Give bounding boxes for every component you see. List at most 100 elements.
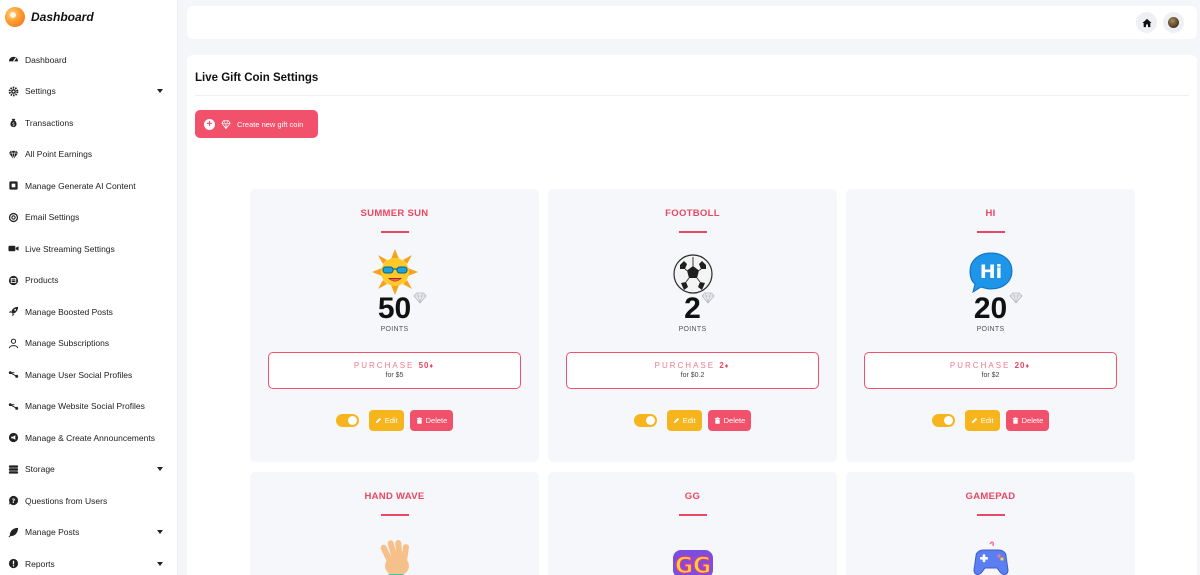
card-actions: Edit Delete (250, 410, 539, 431)
title-underline (380, 514, 409, 516)
sidebar-item-products[interactable]: Products (0, 265, 177, 297)
sidebar-item-manage-boosted-posts[interactable]: Manage Boosted Posts (0, 296, 177, 328)
sidebar: Dashboard Dashboard Settings $ Transacti… (0, 0, 178, 575)
sidebar-item-manage-create-announcements[interactable]: Manage & Create Announcements (0, 422, 177, 454)
gift-name: FOOTBOLL (665, 208, 720, 219)
points-value: 20 (973, 292, 1008, 325)
sidebar-item-manage-subscriptions[interactable]: Manage Subscriptions (0, 328, 177, 360)
trash-icon (416, 417, 422, 424)
card-actions: Edit Delete (548, 410, 837, 431)
question-icon: ? (8, 495, 19, 506)
delete-button[interactable]: Delete (1005, 410, 1050, 431)
gift-card: HAND WAVE (250, 472, 539, 575)
gift-name: GAMEPAD (965, 491, 1016, 502)
sidebar-item-dashboard[interactable]: Dashboard (0, 44, 177, 76)
sidebar-item-manage-website-social-profiles[interactable]: Manage Website Social Profiles (0, 391, 177, 423)
sidebar-item-label: Email Settings (25, 212, 80, 223)
sidebar-item-label: Questions from Users (25, 495, 108, 506)
edit-label: Edit (682, 416, 696, 425)
gem-icon: ♦ (724, 363, 731, 370)
svg-text:$: $ (12, 122, 15, 128)
at-sign-icon (8, 212, 19, 223)
sidebar-item-label: Reports (25, 558, 55, 569)
gift-name: HAND WAVE (364, 491, 425, 502)
sidebar-item-manage-user-social-profiles[interactable]: Manage User Social Profiles (0, 359, 177, 391)
gear-icon (8, 86, 19, 97)
enable-toggle[interactable] (931, 414, 955, 427)
delete-label: Delete (425, 416, 448, 425)
create-gift-coin-button[interactable]: + Create new gift coin (195, 110, 318, 138)
waving-hand-icon (380, 540, 409, 575)
sidebar-item-transactions[interactable]: $ Transactions (0, 107, 177, 139)
purchase-price: for $0.2 (680, 372, 705, 379)
page-title: Live Gift Coin Settings (195, 72, 319, 84)
points-unit: POINTS (380, 326, 409, 333)
svg-text:Hi: Hi (979, 261, 1001, 283)
create-button-label: Create new gift coin (237, 119, 304, 129)
points-unit: POINTS (976, 326, 1005, 333)
delete-button[interactable]: Delete (409, 410, 454, 431)
chevron-down-icon[interactable] (157, 561, 163, 566)
diamond-icon (1009, 292, 1023, 304)
purchase-button[interactable]: PURCHASE 50♦ for $5 (268, 352, 521, 389)
edit-label: Edit (980, 416, 994, 425)
sidebar-item-label: Dashboard (25, 54, 67, 65)
sidebar-item-settings[interactable]: Settings (0, 76, 177, 108)
gift-card: GAMEPAD (846, 472, 1135, 575)
sidebar-item-label: Manage Generate AI Content (25, 180, 136, 191)
sidebar-item-reports[interactable]: Reports (0, 548, 177, 575)
chevron-down-icon[interactable] (157, 89, 163, 94)
chevron-down-icon[interactable] (157, 530, 163, 535)
enable-toggle[interactable] (633, 414, 657, 427)
sidebar-item-questions-from-users[interactable]: ? Questions from Users (0, 485, 177, 517)
purchase-button[interactable]: PURCHASE 20♦ for $2 (864, 352, 1117, 389)
diamond-icon (413, 292, 427, 304)
edit-button[interactable]: Edit (964, 410, 1000, 431)
sidebar-item-label: Manage Boosted Posts (25, 306, 113, 317)
purchase-price: for $5 (385, 372, 404, 379)
divider (195, 95, 1189, 96)
gift-card: FOOTBOLL 2 POINTS PURCHASE 2♦ for $0.2 E… (548, 189, 837, 462)
purchase-line: PURCHASE 20♦ (865, 361, 1116, 370)
dashboard-icon (8, 54, 19, 65)
edit-label: Edit (384, 416, 398, 425)
pencil-icon (971, 417, 977, 424)
sidebar-item-label: Storage (25, 464, 55, 475)
megaphone-icon (8, 432, 19, 443)
brand-logo (5, 7, 25, 27)
gift-name: HI (985, 208, 996, 219)
sidebar-nav: Dashboard Settings $ Transactions All Po… (0, 44, 177, 575)
sidebar-item-live-streaming-settings[interactable]: Live Streaming Settings (0, 233, 177, 265)
purchase-button[interactable]: PURCHASE 2♦ for $0.2 (566, 352, 819, 389)
sidebar-item-all-point-earnings[interactable]: All Point Earnings (0, 139, 177, 171)
gift-card: HI Hi 20 POINTS PURCHASE 20♦ for $2 Edit… (846, 189, 1135, 462)
purchase-label: PURCHASE (654, 361, 716, 370)
users-icon (8, 338, 19, 349)
points-value: 50 (377, 292, 412, 325)
home-button[interactable] (1136, 12, 1157, 33)
share-icon (8, 369, 19, 380)
ai-chip-icon (8, 180, 19, 191)
sidebar-item-manage-generate-ai-content[interactable]: Manage Generate AI Content (0, 170, 177, 202)
trash-icon (714, 417, 720, 424)
edit-button[interactable]: Edit (368, 410, 404, 431)
sidebar-item-manage-posts[interactable]: Manage Posts (0, 517, 177, 549)
chevron-down-icon[interactable] (157, 467, 163, 472)
delete-button[interactable]: Delete (707, 410, 752, 431)
brand[interactable]: Dashboard (0, 0, 177, 34)
sidebar-item-email-settings[interactable]: Email Settings (0, 202, 177, 234)
svg-text:GG: GG (674, 554, 710, 575)
delete-label: Delete (1021, 416, 1044, 425)
enable-toggle[interactable] (335, 414, 359, 427)
avatar-button[interactable] (1163, 12, 1184, 33)
edit-button[interactable]: Edit (666, 410, 702, 431)
rocket-icon (8, 306, 19, 317)
product-box-icon (8, 275, 19, 286)
points-value: 2 (684, 292, 701, 325)
sidebar-item-label: Manage Website Social Profiles (25, 401, 145, 412)
gem-icon: ♦ (429, 363, 436, 370)
sidebar-item-storage[interactable]: Storage (0, 454, 177, 486)
delete-label: Delete (723, 416, 746, 425)
title-underline (976, 231, 1005, 233)
points-unit: POINTS (678, 326, 707, 333)
